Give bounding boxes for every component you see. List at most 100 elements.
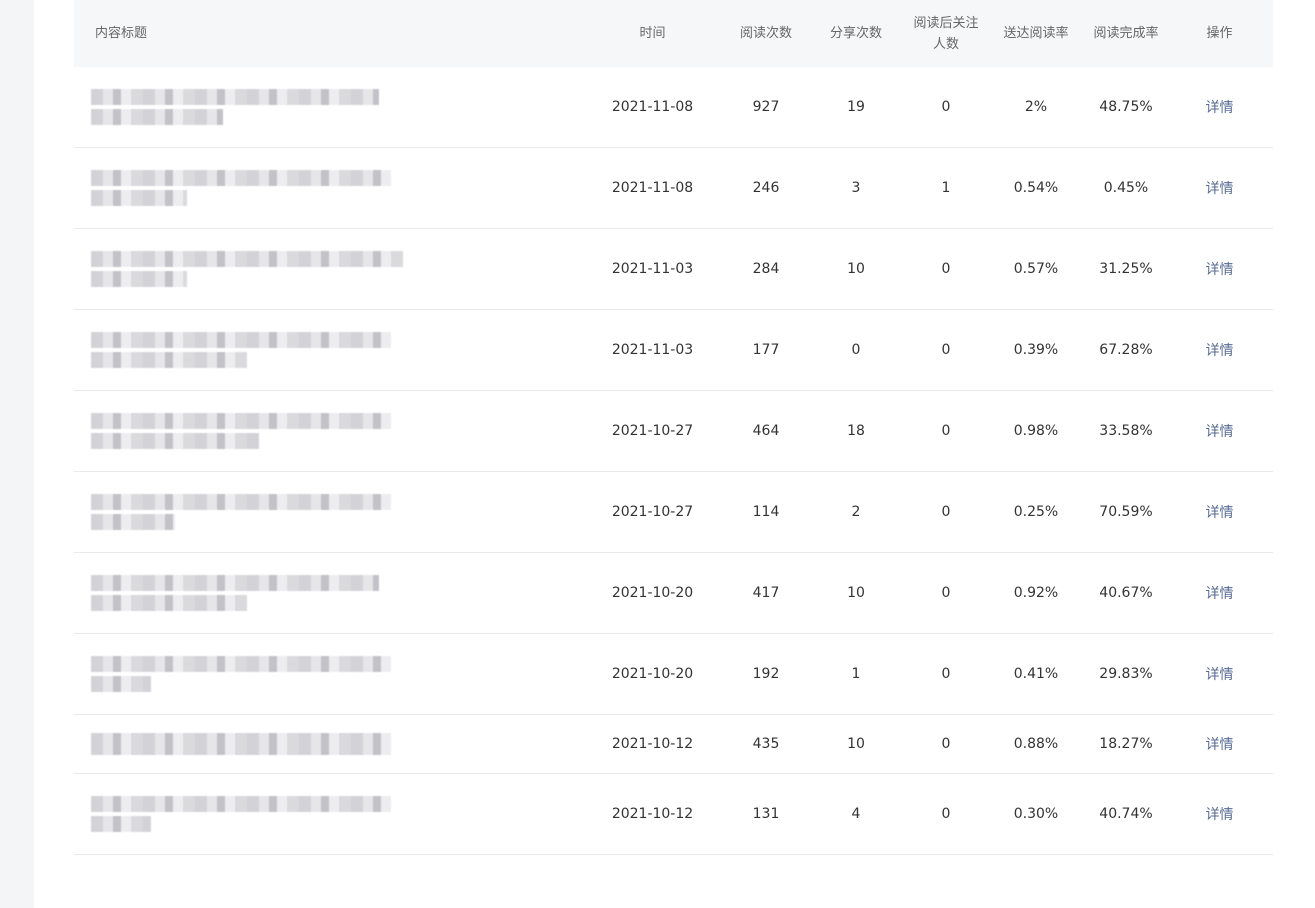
table-row: 2021-10-12 435 10 0 0.88% 18.27% 详情 [74, 714, 1273, 773]
blurred-title-text [91, 490, 391, 534]
header-reach-rate: 送达阅读率 [1003, 26, 1069, 41]
header-time: 时间 [639, 26, 666, 41]
cell-completion-rate: 70.59% [1099, 503, 1153, 520]
header-follow-line1: 阅读后关注 [913, 15, 979, 31]
cell-reads: 131 [752, 805, 780, 822]
detail-link[interactable]: 详情 [1206, 343, 1234, 359]
cell-action: 详情 [1166, 714, 1273, 773]
cell-action: 详情 [1166, 552, 1273, 633]
header-title: 内容标题 [95, 26, 148, 41]
cell-follow: 0 [941, 341, 951, 358]
header-completion-rate: 阅读完成率 [1093, 26, 1159, 41]
cell-reads: 177 [752, 341, 780, 358]
row-title-blurred [74, 67, 579, 147]
cell-action: 详情 [1166, 228, 1273, 309]
row-title-blurred [74, 471, 579, 552]
blurred-title-text [91, 409, 391, 453]
cell-reads: 192 [752, 665, 780, 682]
cell-time: 2021-10-12 [611, 805, 694, 822]
cell-time: 2021-11-03 [611, 260, 694, 277]
blurred-title-text [91, 571, 379, 615]
cell-reads: 927 [752, 98, 780, 115]
cell-reach-rate: 0.41% [1013, 665, 1059, 682]
cell-reach-rate: 0.25% [1013, 503, 1059, 520]
cell-reads: 114 [752, 503, 780, 520]
cell-time: 2021-10-27 [611, 422, 694, 439]
left-sidebar-strip [0, 0, 34, 908]
cell-completion-rate: 67.28% [1099, 341, 1153, 358]
cell-reads: 246 [752, 179, 780, 196]
cell-time: 2021-10-12 [611, 735, 694, 752]
table-body: 2021-11-08 927 19 0 2% 48.75% 详情 2021-11… [74, 67, 1273, 854]
blurred-title-text [91, 792, 391, 836]
cell-shares: 3 [851, 179, 861, 196]
table-row: 2021-11-03 284 10 0 0.57% 31.25% 详情 [74, 228, 1273, 309]
cell-action: 详情 [1166, 633, 1273, 714]
row-title-blurred [74, 147, 579, 228]
row-title-blurred [74, 390, 579, 471]
blurred-title-text [91, 166, 391, 210]
cell-completion-rate: 33.58% [1099, 422, 1153, 439]
table-row: 2021-11-08 246 3 1 0.54% 0.45% 详情 [74, 147, 1273, 228]
cell-time: 2021-10-20 [611, 584, 694, 601]
cell-reads: 284 [752, 260, 780, 277]
header-action: 操作 [1206, 26, 1233, 41]
header-follow: 阅读后关注 人数 [906, 0, 986, 67]
cell-action: 详情 [1166, 309, 1273, 390]
cell-reach-rate: 0.54% [1013, 179, 1059, 196]
detail-link[interactable]: 详情 [1206, 424, 1234, 440]
cell-time: 2021-10-20 [611, 665, 694, 682]
cell-follow: 0 [941, 422, 951, 439]
article-stats-table: 内容标题 时间 阅读次数 分享次数 阅读后关注 人数 送达阅读率 阅读完成率 操… [74, 0, 1273, 855]
cell-follow: 0 [941, 805, 951, 822]
cell-shares: 19 [847, 98, 865, 115]
cell-shares: 2 [851, 503, 861, 520]
table-row: 2021-10-12 131 4 0 0.30% 40.74% 详情 [74, 773, 1273, 854]
header-follow-line2: 人数 [932, 36, 959, 52]
cell-completion-rate: 0.45% [1103, 179, 1149, 196]
detail-link[interactable]: 详情 [1206, 586, 1234, 602]
table-row: 2021-10-20 192 1 0 0.41% 29.83% 详情 [74, 633, 1273, 714]
cell-action: 详情 [1166, 471, 1273, 552]
cell-reach-rate: 0.98% [1013, 422, 1059, 439]
detail-link[interactable]: 详情 [1206, 505, 1234, 521]
cell-reads: 435 [752, 735, 780, 752]
cell-completion-rate: 48.75% [1099, 98, 1153, 115]
cell-shares: 1 [851, 665, 861, 682]
cell-follow: 0 [941, 584, 951, 601]
detail-link[interactable]: 详情 [1206, 181, 1234, 197]
cell-time: 2021-11-03 [611, 341, 694, 358]
table-row: 2021-11-08 927 19 0 2% 48.75% 详情 [74, 67, 1273, 147]
cell-completion-rate: 18.27% [1099, 735, 1153, 752]
row-title-blurred [74, 714, 579, 773]
cell-shares: 18 [847, 422, 865, 439]
cell-shares: 10 [847, 735, 865, 752]
table-row: 2021-11-03 177 0 0 0.39% 67.28% 详情 [74, 309, 1273, 390]
cell-shares: 10 [847, 584, 865, 601]
cell-time: 2021-11-08 [611, 179, 694, 196]
cell-reach-rate: 0.92% [1013, 584, 1059, 601]
row-title-blurred [74, 773, 579, 854]
detail-link[interactable]: 详情 [1206, 667, 1234, 683]
detail-link[interactable]: 详情 [1206, 807, 1234, 823]
cell-completion-rate: 40.74% [1099, 805, 1153, 822]
blurred-title-text [91, 85, 379, 129]
cell-action: 详情 [1166, 147, 1273, 228]
stats-table: 内容标题 时间 阅读次数 分享次数 阅读后关注 人数 送达阅读率 阅读完成率 操… [74, 0, 1273, 855]
detail-link[interactable]: 详情 [1206, 100, 1234, 116]
cell-reach-rate: 0.30% [1013, 805, 1059, 822]
cell-follow: 0 [941, 260, 951, 277]
cell-shares: 0 [851, 341, 861, 358]
cell-action: 详情 [1166, 390, 1273, 471]
detail-link[interactable]: 详情 [1206, 262, 1234, 278]
table-row: 2021-10-27 114 2 0 0.25% 70.59% 详情 [74, 471, 1273, 552]
cell-reads: 464 [752, 422, 780, 439]
table-row: 2021-10-20 417 10 0 0.92% 40.67% 详情 [74, 552, 1273, 633]
detail-link[interactable]: 详情 [1206, 737, 1234, 753]
cell-reach-rate: 0.88% [1013, 735, 1059, 752]
row-title-blurred [74, 552, 579, 633]
cell-action: 详情 [1166, 67, 1273, 147]
cell-reach-rate: 2% [1024, 98, 1048, 115]
cell-follow: 0 [941, 665, 951, 682]
table-header: 内容标题 时间 阅读次数 分享次数 阅读后关注 人数 送达阅读率 阅读完成率 操… [74, 0, 1273, 67]
